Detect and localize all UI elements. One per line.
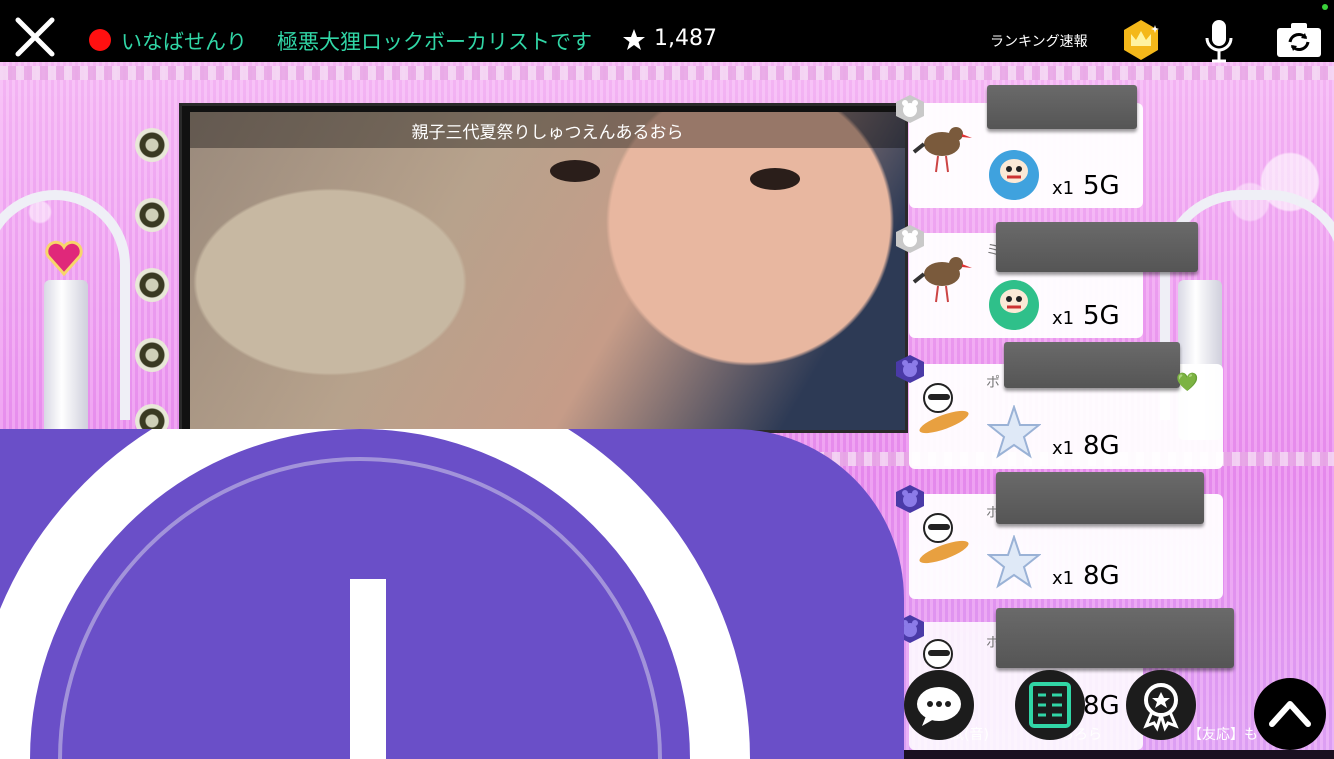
crystal-star-icon — [987, 405, 1041, 459]
stage-light-band — [0, 66, 1334, 80]
stage-light-ring — [135, 338, 169, 372]
redacted-username — [996, 472, 1204, 524]
gift-quantity: x1 — [1052, 178, 1075, 199]
camera-switch-icon[interactable] — [1276, 22, 1322, 58]
broadcaster-name[interactable]: いなばせんり — [121, 26, 247, 56]
bird-avatar-icon — [912, 257, 972, 303]
video-caption: 親子三代夏祭りしゅつえんあるおら — [411, 123, 684, 143]
username-fragment: ポ — [986, 375, 1000, 391]
gift-value: 8G — [1083, 691, 1120, 721]
video-subject — [550, 160, 600, 182]
gift-value: 5G — [1083, 171, 1120, 201]
video-feed — [190, 112, 905, 430]
stage-light-ring — [135, 128, 169, 162]
video-subject — [750, 168, 800, 190]
redacted-username — [1004, 342, 1180, 388]
star-count: 1,487 — [654, 26, 717, 51]
redacted-username — [987, 85, 1137, 129]
gift-value: 8G — [1083, 561, 1120, 591]
microphone-icon[interactable] — [1204, 18, 1234, 64]
crown-badge-icon[interactable] — [1120, 19, 1162, 61]
gift-value: 5G — [1083, 301, 1120, 331]
video-caption-bar: 親子三代夏祭りしゅつえんあるおら — [190, 112, 905, 148]
stage-light-ring — [135, 268, 169, 302]
ranking-label[interactable]: ランキング速報 — [990, 31, 1088, 51]
ranking-badge-button[interactable] — [1126, 670, 1196, 740]
menu-list-button[interactable] — [1015, 670, 1085, 740]
chat-fragment: 【友応】も — [1188, 727, 1258, 743]
dog-surfer-avatar-icon — [919, 383, 969, 434]
bird-avatar-icon — [912, 127, 972, 173]
green-heart-icon: 💚 — [1176, 372, 1199, 393]
star-icon — [623, 29, 645, 50]
gift-quantity: x1 — [1052, 308, 1075, 329]
green-daruma-icon — [989, 280, 1039, 330]
award-ribbon-icon — [1143, 683, 1179, 732]
scroll-up-button[interactable] — [1254, 678, 1326, 750]
redacted-username — [996, 222, 1198, 272]
app-logo-icon — [0, 429, 750, 759]
close-icon[interactable] — [14, 16, 56, 58]
blue-daruma-icon — [989, 150, 1039, 200]
stage-light-ring — [135, 198, 169, 232]
gift-quantity: x1 — [1052, 568, 1075, 589]
gift-quantity: x1 — [1052, 438, 1075, 459]
crystal-star-icon — [987, 535, 1041, 589]
stream-title: 極悪大狸ロックボーカリストです — [277, 30, 592, 54]
comment-button[interactable] — [904, 670, 974, 740]
live-indicator — [89, 29, 111, 51]
heart-jewel-icon — [45, 240, 83, 277]
stage-pillar — [44, 280, 88, 440]
dog-surfer-avatar-icon — [919, 513, 969, 564]
connection-status-dot — [1322, 4, 1328, 10]
star-list-icon — [1029, 682, 1071, 728]
video-frame[interactable]: 親子三代夏祭りしゅつえんあるおら — [179, 103, 908, 433]
redacted-username — [996, 608, 1234, 668]
gift-value: 8G — [1083, 431, 1120, 461]
app-splash-overlay — [0, 429, 904, 759]
chevron-up-icon — [1269, 701, 1311, 727]
speech-bubble-icon — [917, 687, 961, 726]
